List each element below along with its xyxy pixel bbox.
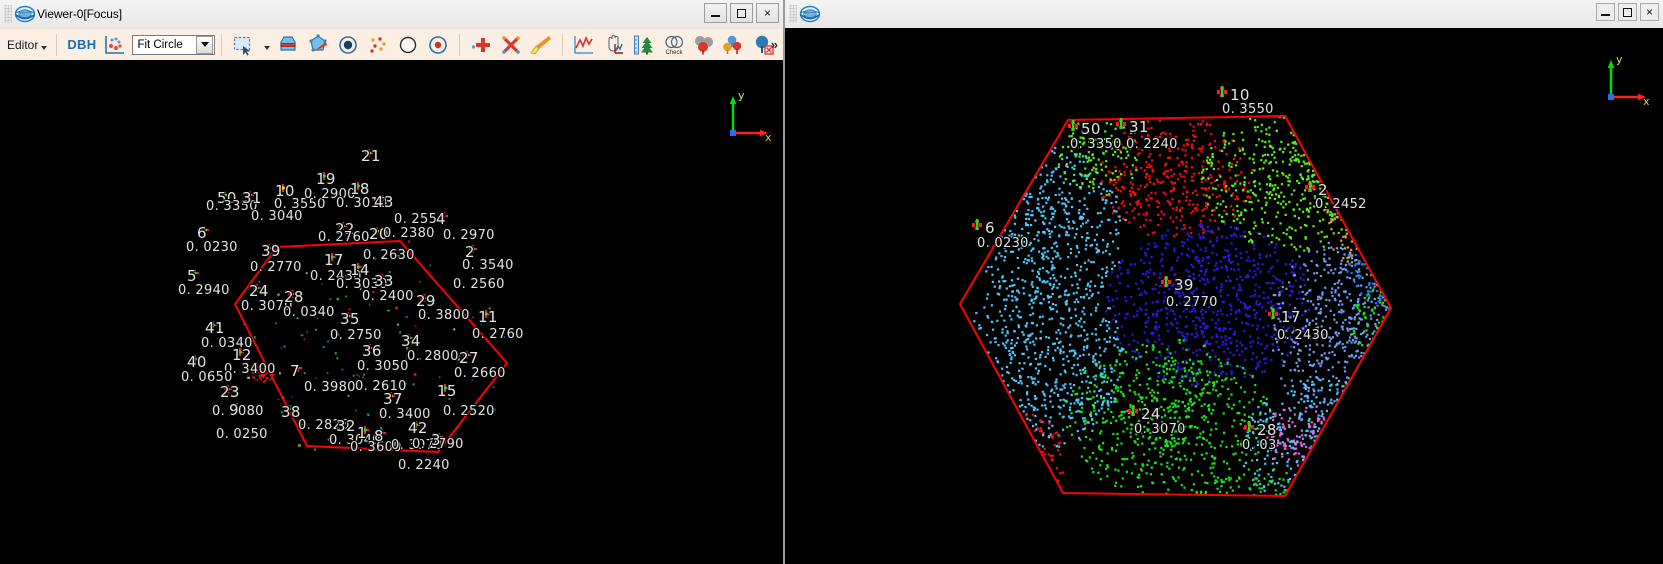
toolbar-separator: [221, 33, 222, 56]
lidar360-logo-icon: LiDAR360: [14, 3, 36, 25]
close-button[interactable]: ×: [1640, 3, 1659, 21]
target-circle-icon[interactable]: [423, 32, 453, 58]
left-window-controls: ×: [704, 3, 779, 23]
close-icon: ×: [763, 6, 771, 20]
merge-trees-icon[interactable]: [689, 32, 719, 58]
svg-text:LiDAR360: LiDAR360: [804, 12, 816, 16]
minimize-button[interactable]: [1596, 3, 1615, 21]
fit-method-combo[interactable]: Fit Circle: [132, 34, 215, 55]
toolbar-overflow-button[interactable]: »: [771, 37, 778, 52]
split-tree-icon[interactable]: [719, 32, 749, 58]
dbh-label: DBH: [67, 37, 97, 52]
rectangle-select-icon[interactable]: [228, 32, 258, 58]
add-point-icon[interactable]: [466, 32, 496, 58]
right-window-controls: ×: [1596, 3, 1659, 21]
close-button[interactable]: ×: [756, 3, 779, 23]
svg-text:LiDAR360: LiDAR360: [19, 12, 31, 16]
editor-menu[interactable]: Editor: [4, 32, 50, 58]
left-titlebar: LiDAR360 Viewer-0[Focus] ×: [0, 0, 783, 28]
select-mode-dropdown[interactable]: [258, 32, 273, 58]
tree-measure-icon[interactable]: [629, 32, 659, 58]
maximize-button[interactable]: [1618, 3, 1637, 21]
scatter-chart-icon[interactable]: [100, 32, 130, 58]
editor-menu-label: Editor: [7, 37, 39, 52]
hand-edit-icon[interactable]: [599, 32, 629, 58]
application-root: LiDAR360 Viewer-0[Focus] × Editor DBH Fi…: [0, 0, 1663, 564]
right-titlebar: LiDAR360 ×: [785, 0, 1663, 28]
viewer-window-left: LiDAR360 Viewer-0[Focus] × Editor DBH Fi…: [0, 0, 785, 564]
chevron-down-icon: [264, 46, 270, 50]
left-window-title: Viewer-0[Focus]: [37, 7, 122, 21]
dbh-editor-toolbar: Editor DBH Fit Circle Check »: [0, 28, 783, 60]
scatter-points-icon[interactable]: [363, 32, 393, 58]
viewer-window-right: LiDAR360 × y x 50 0. 3350 31 0. 2240 10 …: [785, 0, 1663, 564]
cut-polygon-icon[interactable]: [273, 32, 303, 58]
right-scene-canvas: [958, 86, 1393, 498]
close-icon: ×: [1645, 5, 1653, 19]
maximize-button[interactable]: [730, 3, 753, 23]
chevron-down-icon: [41, 46, 48, 50]
toolbar-separator: [56, 33, 58, 56]
single-point-icon[interactable]: [333, 32, 363, 58]
toolbar-separator: [459, 33, 460, 56]
segmentation-viewport-right[interactable]: y x 50 0. 3350 31 0. 2240 10 0. 3550 6 0. 0230 3…: [785, 28, 1663, 564]
lidar360-logo-icon: LiDAR360: [799, 3, 821, 25]
profile-chart-icon[interactable]: [569, 32, 599, 58]
toolbar-separator: [562, 33, 563, 56]
titlebar-grip[interactable]: [789, 5, 797, 23]
minimize-button[interactable]: [704, 3, 727, 23]
fit-method-value: Fit Circle: [137, 38, 183, 51]
edit-polygon-icon[interactable]: [303, 32, 333, 58]
delete-point-icon[interactable]: [496, 32, 526, 58]
combo-dropdown-button[interactable]: [196, 35, 213, 54]
svg-text:Check: Check: [665, 50, 683, 56]
brush-icon[interactable]: [526, 32, 556, 58]
circle-outline-icon[interactable]: [393, 32, 423, 58]
check-overlap-icon[interactable]: Check: [659, 32, 689, 58]
point-cloud-viewport-left[interactable]: y x 50 0. 3350 31 0. 3550 10 0. 3040 19 0. 2900…: [0, 60, 783, 564]
titlebar-grip[interactable]: [4, 5, 12, 23]
left-tree-markers: [191, 149, 506, 453]
